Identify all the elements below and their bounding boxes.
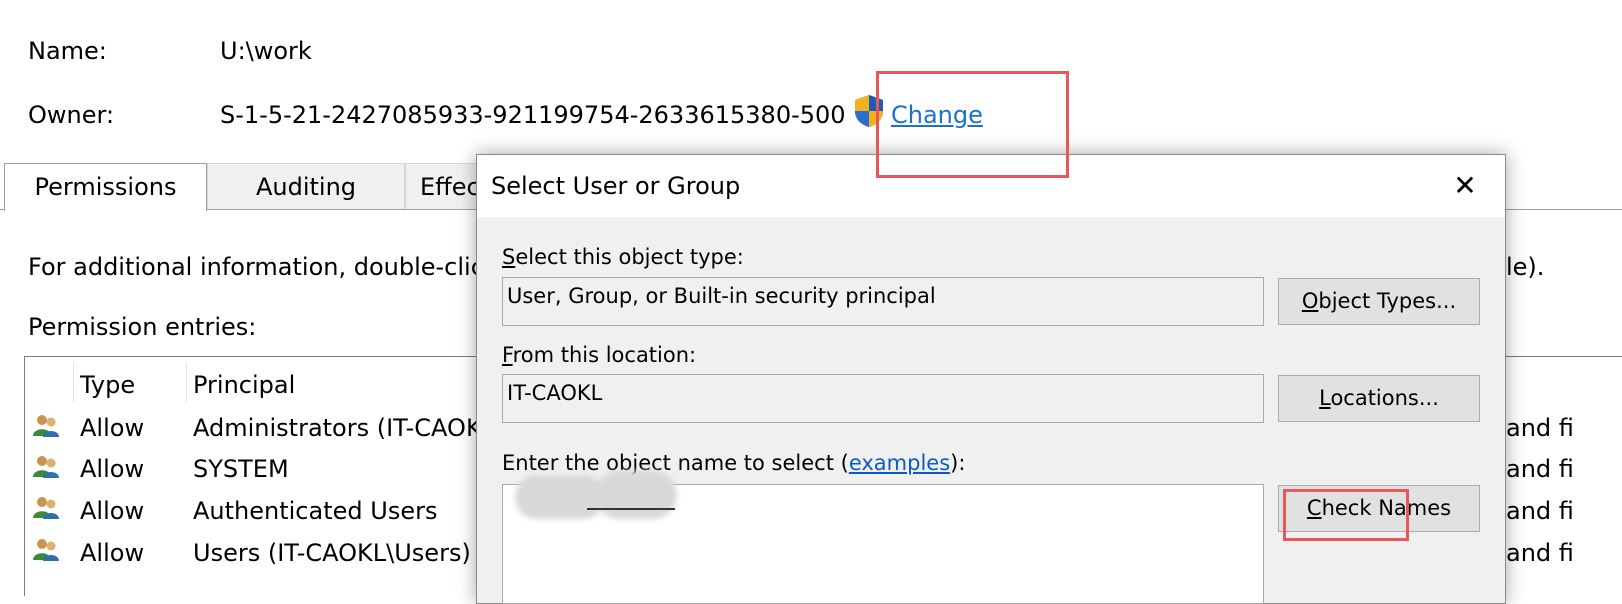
row-principal: Administrators (IT-CAOKL [193, 414, 496, 442]
column-header-type[interactable]: Type [80, 370, 135, 400]
object-type-label: Select this object type: [502, 245, 744, 269]
annotation-highlight-change [876, 71, 1069, 178]
owner-label: Owner: [28, 101, 115, 129]
row-applies-to: and fi [1506, 455, 1574, 483]
tab-permissions[interactable]: Permissions [4, 163, 207, 211]
examples-link[interactable]: examples [849, 451, 950, 475]
dialog-title: Select User or Group [491, 172, 741, 200]
column-divider [73, 362, 74, 402]
row-type: Allow [80, 497, 145, 525]
object-name-label: Enter the object name to select (example… [502, 451, 966, 475]
users-icon [33, 497, 59, 519]
annotation-highlight-check-names [1283, 489, 1409, 541]
row-principal: SYSTEM [193, 455, 289, 483]
row-type: Allow [80, 414, 145, 442]
row-applies-to: and fi [1506, 414, 1574, 442]
column-header-principal[interactable]: Principal [193, 370, 295, 400]
row-applies-to: and fi [1506, 497, 1574, 525]
object-types-button[interactable]: Object Types... [1278, 278, 1480, 325]
permission-entries-label: Permission entries: [28, 313, 257, 341]
tab-auditing[interactable]: Auditing [207, 163, 405, 209]
locations-button[interactable]: Locations... [1278, 375, 1480, 422]
text-underline [587, 508, 675, 510]
row-type: Allow [80, 455, 145, 483]
row-principal: Users (IT-CAOKL\Users) [193, 539, 471, 567]
location-label: From this location: [502, 343, 697, 367]
object-type-field: User, Group, or Built-in security princi… [502, 277, 1264, 326]
name-label: Name: [28, 37, 107, 65]
row-principal: Authenticated Users [193, 497, 438, 525]
location-field: IT-CAOKL [502, 374, 1264, 423]
users-icon [33, 415, 59, 437]
column-divider [186, 362, 187, 402]
users-icon [33, 456, 59, 478]
users-icon [33, 539, 59, 561]
row-type: Allow [80, 539, 145, 567]
redacted-text [595, 471, 677, 519]
tab-effective-access[interactable]: Effect [405, 163, 489, 209]
owner-value: S-1-5-21-2427085933-921199754-2633615380… [220, 101, 846, 129]
name-value: U:\work [220, 37, 312, 65]
info-text-tail: le). [1506, 253, 1545, 281]
info-text: For additional information, double-click [28, 253, 498, 281]
close-icon[interactable]: ✕ [1445, 169, 1485, 203]
row-applies-to: and fi [1506, 539, 1574, 567]
redacted-text [515, 475, 605, 519]
